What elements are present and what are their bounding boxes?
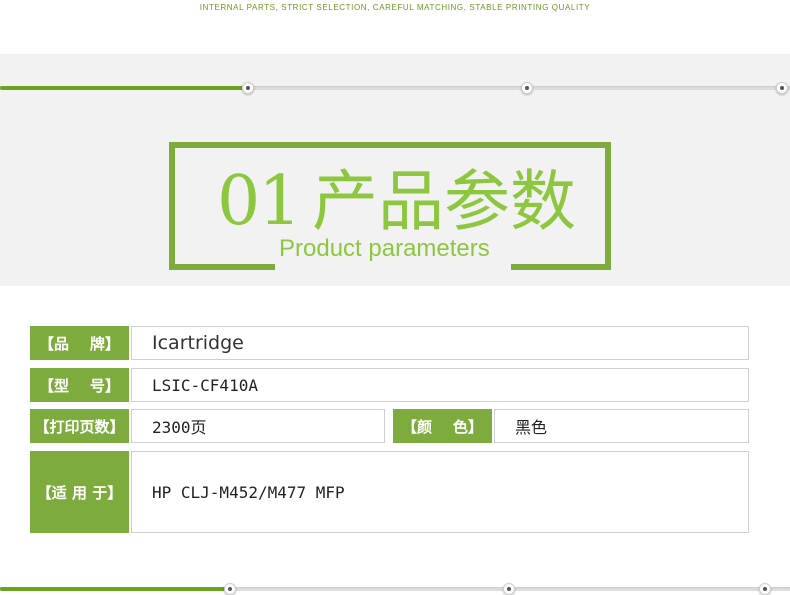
progress-fill-top [0,86,246,90]
bottom-step-2-dot [503,583,515,595]
brand-label: 【品 牌】 [30,326,129,360]
color-label: 【颜 色】 [393,409,492,443]
progress-step-3-dot [776,82,788,94]
tagline: INTERNAL PARTS, STRICT SELECTION, CAREFU… [199,3,591,12]
fits-value: HP CLJ-M452/M477 MFP [131,451,749,533]
color-value: 黑色 [494,409,749,443]
pages-label: 【打印页数】 [30,409,129,443]
model-label: 【型 号】 [30,368,129,402]
model-value: LSIC-CF410A [131,368,749,402]
progress-step-1-dot [242,82,254,94]
progress-step-2-dot [521,82,533,94]
pages-value: 2300页 [131,409,385,443]
section-title-en: Product parameters [279,235,490,262]
bottom-step-3-dot [759,583,771,595]
progress-track-top [0,86,790,90]
section-number: 01 [217,162,302,241]
section-title-zh: 产品参数 [312,163,576,240]
progress-fill-bottom [0,587,228,591]
progress-track-bottom [0,587,790,591]
fits-label: 【适 用 于】 [30,451,129,533]
brand-value: Icartridge [131,326,749,360]
bottom-step-1-dot [224,583,236,595]
